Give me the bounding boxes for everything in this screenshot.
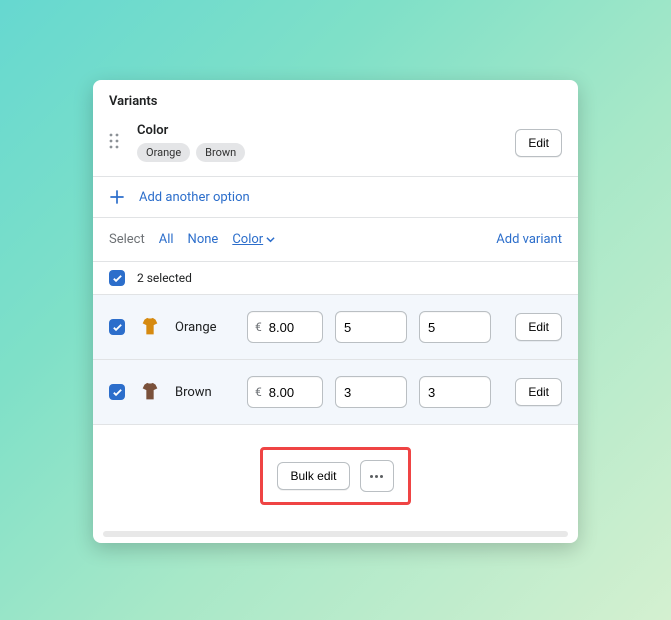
filter-group-label: Color	[232, 232, 263, 247]
bulk-edit-button[interactable]: Bulk edit	[277, 462, 349, 490]
select-all-row: 2 selected	[93, 261, 578, 294]
add-option-row[interactable]: Add another option	[93, 177, 578, 218]
edit-variant-button[interactable]: Edit	[515, 313, 562, 341]
price-input-group: €	[247, 376, 323, 408]
price-input[interactable]	[269, 385, 315, 400]
edit-variant-button[interactable]: Edit	[515, 378, 562, 406]
select-all-checkbox[interactable]	[109, 270, 125, 286]
chip: Brown	[196, 143, 245, 162]
filter-select-label: Select	[109, 232, 145, 247]
price-input[interactable]	[269, 320, 315, 335]
currency-symbol: €	[248, 385, 269, 399]
option-row: Color Orange Brown Edit	[93, 119, 578, 177]
horizontal-scrollbar[interactable]	[103, 531, 568, 537]
filter-all[interactable]: All	[159, 232, 174, 247]
filter-group-dropdown[interactable]: Color	[232, 232, 275, 247]
chevron-down-icon	[266, 235, 275, 244]
option-name: Color	[137, 123, 515, 138]
variants-panel: Variants Color Orange Brown Edit Add ano…	[93, 80, 578, 543]
price-input-group: €	[247, 311, 323, 343]
currency-symbol: €	[248, 320, 269, 334]
ellipsis-icon	[370, 475, 383, 478]
quantity-input-1[interactable]	[335, 376, 407, 408]
tshirt-icon	[139, 316, 161, 338]
quantity-input-2[interactable]	[419, 311, 491, 343]
filter-row: Select All None Color Add variant	[93, 218, 578, 261]
add-variant-link[interactable]: Add variant	[496, 232, 562, 247]
add-option-label: Add another option	[139, 190, 250, 205]
tshirt-icon	[139, 381, 161, 403]
variant-checkbox[interactable]	[109, 319, 125, 335]
variant-checkbox[interactable]	[109, 384, 125, 400]
selected-count: 2 selected	[137, 271, 192, 285]
quantity-input-1[interactable]	[335, 311, 407, 343]
variant-row: Brown € Edit	[93, 359, 578, 424]
edit-option-button[interactable]: Edit	[515, 129, 562, 157]
quantity-input-2[interactable]	[419, 376, 491, 408]
chip: Orange	[137, 143, 190, 162]
plus-icon	[109, 189, 125, 205]
option-values: Orange Brown	[137, 143, 515, 162]
variant-swatch	[137, 314, 163, 340]
bulk-action-area: Bulk edit	[93, 424, 578, 529]
variant-swatch	[137, 379, 163, 405]
callout-highlight: Bulk edit	[260, 447, 410, 505]
panel-title: Variants	[93, 80, 578, 119]
drag-handle-icon[interactable]	[109, 133, 127, 153]
filter-none[interactable]: None	[188, 232, 219, 247]
variant-name: Brown	[175, 385, 235, 400]
option-body: Color Orange Brown	[137, 123, 515, 162]
variant-row: Orange € Edit	[93, 294, 578, 359]
variant-name: Orange	[175, 320, 235, 335]
more-actions-button[interactable]	[360, 460, 394, 492]
